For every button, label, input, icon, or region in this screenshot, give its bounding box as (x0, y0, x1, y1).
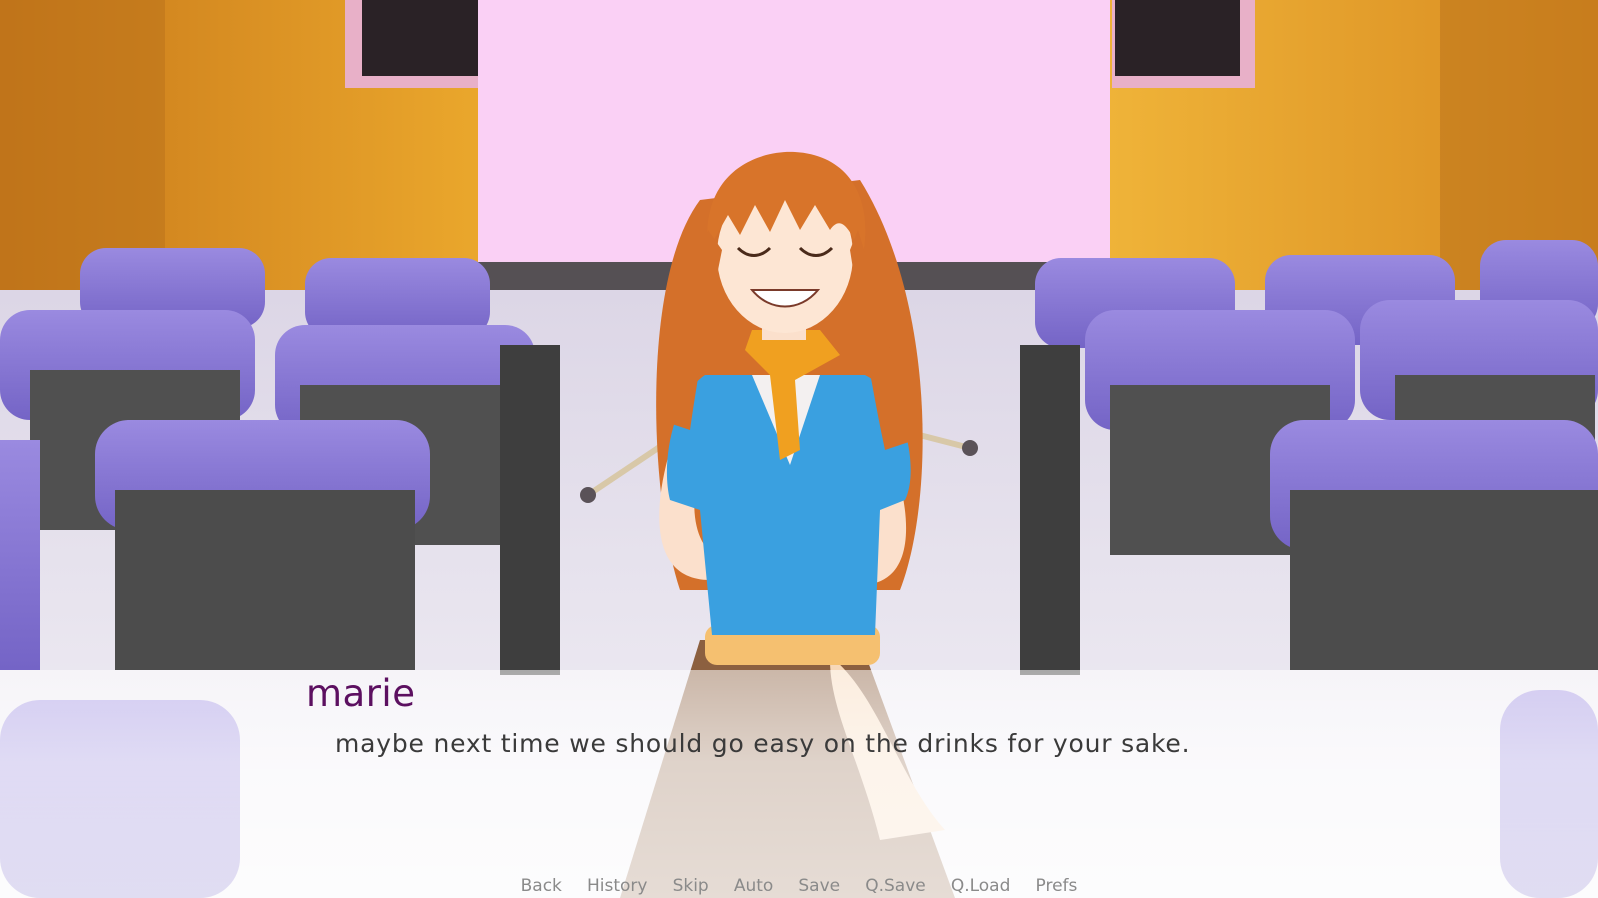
quick-menu-back-button[interactable]: Back (521, 875, 562, 898)
quick-menu-skip-button[interactable]: Skip (673, 875, 709, 898)
quick-menu-qsave-button[interactable]: Q.Save (865, 875, 926, 898)
quick-menu-prefs-button[interactable]: Prefs (1036, 875, 1078, 898)
quick-menu-auto-button[interactable]: Auto (734, 875, 773, 898)
quick-menu: Back History Skip Auto Save Q.Save Q.Loa… (0, 875, 1598, 898)
quick-menu-save-button[interactable]: Save (798, 875, 840, 898)
quick-menu-qload-button[interactable]: Q.Load (951, 875, 1011, 898)
speaker-name: marie (306, 672, 416, 715)
quick-menu-history-button[interactable]: History (587, 875, 647, 898)
dialogue-box[interactable] (0, 670, 1598, 898)
dialogue-text: maybe next time we should go easy on the… (335, 729, 1191, 758)
